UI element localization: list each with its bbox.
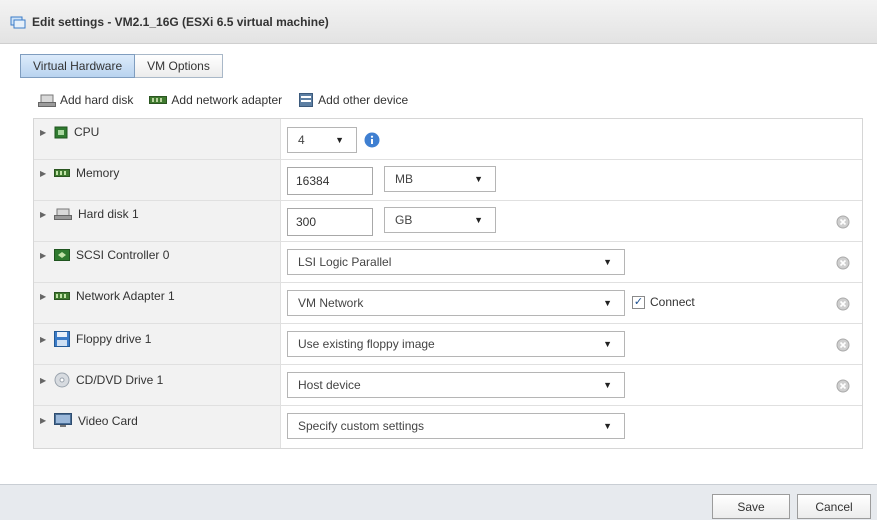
floppy-drive-value: Use existing floppy image [298,337,435,351]
device-toolbar: Add hard disk Add network adapter Add ot… [38,93,408,107]
cd-dvd-drive-select[interactable]: Host device ▼ [287,372,625,398]
hardware-row-cd-dvd-drive: ▶ CD/DVD Drive 1 Host device ▼ [34,365,862,406]
network-adapter-icon [54,292,70,300]
dialog-title: Edit settings - VM2.1_16G (ESXi 6.5 virt… [32,14,329,29]
cd-dvd-drive-value: Host device [298,378,361,392]
remove-device-icon[interactable] [836,338,850,352]
hardware-table: ▶ CPU 4 ▼ ▶ Memory 16384 MB ▼ ▶ Hard dis… [33,118,863,449]
hardware-row-video-card: ▶ Video Card Specify custom settings ▼ [34,406,862,448]
hard-disk-label: Hard disk 1 [78,207,139,221]
hard-disk-icon [38,94,56,107]
scsi-controller-expander[interactable]: ▶ SCSI Controller 0 [40,248,169,262]
chevron-down-icon: ▼ [603,298,612,308]
hard-disk-expander[interactable]: ▶ Hard disk 1 [40,207,139,221]
network-adapter-icon [149,96,168,104]
add-other-device-button[interactable]: Add other device [298,93,408,107]
network-adapter-expander[interactable]: ▶ Network Adapter 1 [40,289,175,303]
monitor-icon [54,413,72,427]
video-card-select[interactable]: Specify custom settings ▼ [287,413,625,439]
chevron-down-icon: ▼ [474,174,483,184]
memory-unit-value: MB [395,172,413,186]
hardware-row-scsi-controller: ▶ SCSI Controller 0 LSI Logic Parallel ▼ [34,242,862,283]
dialog-title-bar: Edit settings - VM2.1_16G (ESXi 6.5 virt… [0,0,877,44]
remove-device-icon[interactable] [836,297,850,311]
memory-label: Memory [76,166,120,180]
video-card-expander[interactable]: ▶ Video Card [40,413,138,428]
chevron-down-icon: ▼ [603,339,612,349]
chevron-down-icon: ▼ [335,135,344,145]
hard-disk-size-input[interactable]: 300 [287,208,373,236]
cd-dvd-drive-label: CD/DVD Drive 1 [76,373,164,387]
network-select[interactable]: VM Network ▼ [287,290,625,316]
dialog-footer: Save Cancel [0,484,877,520]
hard-disk-unit-value: GB [395,213,413,227]
scsi-controller-icon [54,249,70,261]
remove-device-icon[interactable] [836,379,850,393]
vm-icon [10,16,26,28]
add-network-adapter-button[interactable]: Add network adapter [149,93,282,107]
memory-icon [54,169,70,177]
floppy-drive-label: Floppy drive 1 [76,332,152,346]
tab-virtual-hardware[interactable]: Virtual Hardware [20,54,136,78]
tab-vm-options[interactable]: VM Options [135,54,223,78]
floppy-drive-expander[interactable]: ▶ Floppy drive 1 [40,331,151,347]
cpu-expander[interactable]: ▶ CPU [40,125,99,139]
network-adapter-label: Network Adapter 1 [76,289,175,303]
cd-dvd-icon [54,372,70,388]
tab-bar: Virtual Hardware VM Options [20,54,223,78]
scsi-controller-type-value: LSI Logic Parallel [298,255,392,269]
other-device-icon [299,93,314,107]
expand-arrow-icon: ▶ [40,209,47,219]
video-card-label: Video Card [78,413,138,428]
add-hard-disk-button[interactable]: Add hard disk [38,93,133,107]
hardware-row-hard-disk: ▶ Hard disk 1 300 GB ▼ [34,201,862,242]
network-value: VM Network [298,296,364,310]
expand-arrow-icon: ▶ [40,334,47,344]
expand-arrow-icon: ▶ [40,291,47,301]
cpu-count-value: 4 [298,133,305,147]
checkmark-icon: ✓ [632,295,645,309]
hard-disk-unit-select[interactable]: GB ▼ [384,207,496,233]
remove-device-icon[interactable] [836,256,850,270]
hard-disk-icon [54,208,72,220]
memory-unit-select[interactable]: MB ▼ [384,166,496,192]
expand-arrow-icon: ▶ [40,250,47,260]
hardware-row-memory: ▶ Memory 16384 MB ▼ [34,160,862,201]
connect-checkbox[interactable]: ✓ Connect [632,295,695,309]
add-hard-disk-label: Add hard disk [60,93,134,107]
connect-label: Connect [650,295,695,309]
video-card-value: Specify custom settings [298,419,425,433]
expand-arrow-icon: ▶ [40,168,47,178]
memory-expander[interactable]: ▶ Memory [40,166,119,180]
add-network-adapter-label: Add network adapter [171,93,283,107]
cd-dvd-drive-expander[interactable]: ▶ CD/DVD Drive 1 [40,372,163,388]
cpu-label: CPU [74,125,100,139]
hardware-row-network-adapter: ▶ Network Adapter 1 VM Network ▼ ✓ Conne… [34,283,862,324]
memory-size-input[interactable]: 16384 [287,167,373,195]
cpu-icon [54,126,68,138]
remove-device-icon[interactable] [836,215,850,229]
add-other-device-label: Add other device [318,93,409,107]
scsi-controller-label: SCSI Controller 0 [76,248,170,262]
scsi-controller-type-select[interactable]: LSI Logic Parallel ▼ [287,249,625,275]
chevron-down-icon: ▼ [603,380,612,390]
chevron-down-icon: ▼ [603,257,612,267]
hardware-row-floppy-drive: ▶ Floppy drive 1 Use existing floppy ima… [34,324,862,365]
cpu-count-select[interactable]: 4 ▼ [287,127,357,153]
info-icon[interactable] [364,132,380,148]
chevron-down-icon: ▼ [474,215,483,225]
hardware-row-cpu: ▶ CPU 4 ▼ [34,119,862,160]
save-button[interactable]: Save [712,494,790,519]
expand-arrow-icon: ▶ [40,127,47,137]
expand-arrow-icon: ▶ [40,375,47,385]
expand-arrow-icon: ▶ [40,416,47,425]
chevron-down-icon: ▼ [603,421,612,431]
floppy-disk-icon [54,331,70,347]
floppy-drive-select[interactable]: Use existing floppy image ▼ [287,331,625,357]
cancel-button[interactable]: Cancel [797,494,871,519]
